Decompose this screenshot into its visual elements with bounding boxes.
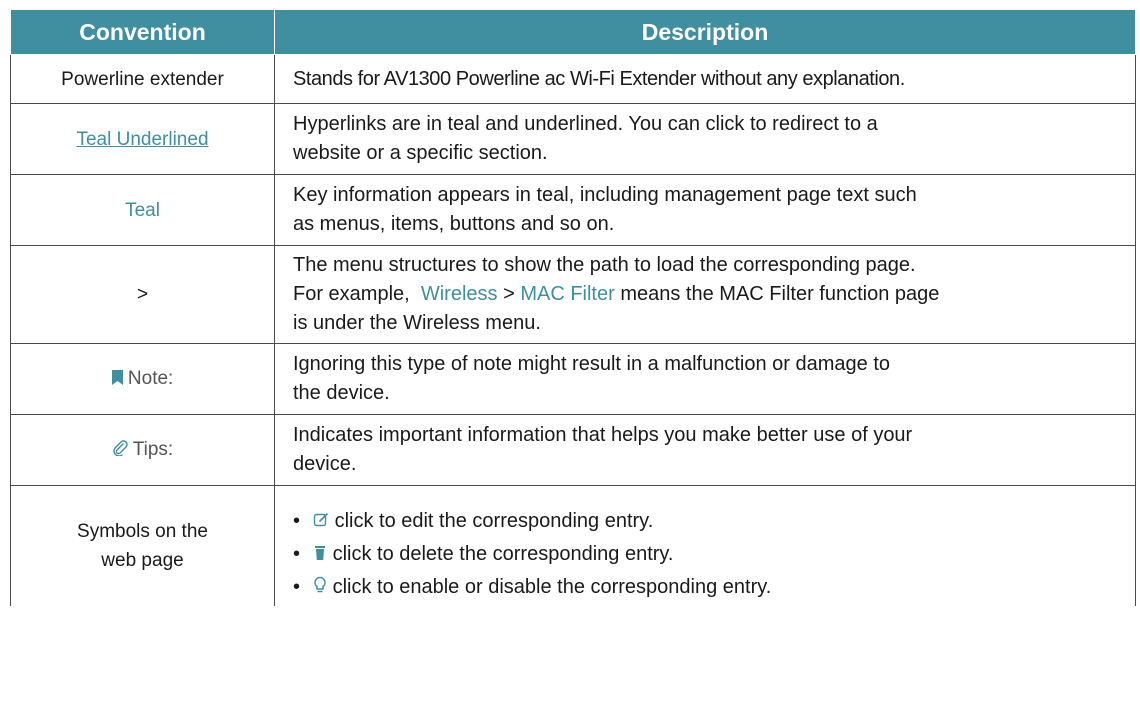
teal-underlined-link[interactable]: Teal Underlined: [76, 129, 208, 150]
convention-line: web page: [101, 549, 184, 571]
header-description: Description: [274, 10, 1136, 55]
convention-line: Symbols on the: [77, 520, 208, 542]
description-line: the device.: [293, 382, 390, 404]
trash-icon: [313, 539, 327, 571]
convention-teal: Teal: [10, 174, 275, 246]
bullet: •: [293, 510, 301, 533]
table-row: > The menu structures to show the path t…: [10, 245, 1136, 344]
list-item: • click to delete the corresponding entr…: [293, 538, 1129, 571]
list-item: • click to edit the corresponding entry.: [293, 505, 1129, 538]
example-prefix: For example,: [293, 283, 410, 305]
table-row: Teal Underlined Hyperlinks are in teal a…: [10, 103, 1136, 175]
description-symbols: • click to edit the corresponding entry.…: [274, 485, 1136, 606]
table-row: Teal Key information appears in teal, in…: [10, 174, 1136, 246]
symbol-enable-text: click to enable or disable the correspon…: [332, 575, 772, 598]
description-line: Ignoring this type of note might result …: [293, 353, 891, 375]
paperclip-icon: [112, 436, 128, 465]
description-tips: Indicates important information that hel…: [274, 414, 1136, 486]
description-line: Indicates important information that hel…: [293, 424, 913, 446]
table-row: Symbols on the web page • click to edit …: [10, 485, 1136, 606]
convention-tips: Tips:: [10, 414, 275, 486]
table-row: Note: Ignoring this type of note might r…: [10, 343, 1136, 415]
description-line: device.: [293, 453, 357, 475]
description-menu-path: The menu structures to show the path to …: [274, 245, 1136, 344]
description-line: For example, Wireless > MAC Filter means…: [293, 280, 1129, 309]
table-row: Powerline extender Stands for AV1300 Pow…: [10, 54, 1136, 104]
description-line: is under the Wireless menu.: [293, 312, 541, 334]
description-text: Stands for AV1300 Powerline ac Wi-Fi Ext…: [293, 67, 905, 90]
convention-symbols: Symbols on the web page: [10, 485, 275, 606]
bullet: •: [293, 543, 301, 566]
edit-icon: [313, 506, 329, 538]
bullet: •: [293, 575, 301, 598]
description-line: as menus, items, buttons and so on.: [293, 213, 615, 235]
teal-label: Teal: [125, 199, 160, 221]
example-suffix: means the MAC Filter function page: [620, 283, 940, 305]
convention-menu-path: >: [10, 245, 275, 344]
example-menu-wireless: Wireless: [420, 283, 498, 305]
tips-label: Tips:: [132, 439, 174, 461]
description-line: Hyperlinks are in teal and underlined. Y…: [293, 113, 878, 135]
list-item: • click to enable or disable the corresp…: [293, 571, 1129, 604]
description-teal-underlined: Hyperlinks are in teal and underlined. Y…: [274, 103, 1136, 175]
bookmark-icon: [111, 365, 123, 394]
header-convention: Convention: [10, 10, 275, 55]
description-powerline: Stands for AV1300 Powerline ac Wi-Fi Ext…: [274, 54, 1136, 104]
convention-note: Note:: [10, 343, 275, 415]
conventions-table: Convention Description Powerline extende…: [10, 10, 1136, 606]
symbol-edit-text: click to edit the corresponding entry.: [334, 510, 654, 533]
description-note: Ignoring this type of note might result …: [274, 343, 1136, 415]
convention-teal-underlined: Teal Underlined: [10, 103, 275, 175]
note-label: Note:: [127, 368, 174, 390]
table-row: Tips: Indicates important information th…: [10, 414, 1136, 486]
description-line: Key information appears in teal, includi…: [293, 184, 917, 206]
description-line: website or a specific section.: [293, 142, 548, 164]
symbol-delete-text: click to delete the corresponding entry.: [332, 543, 674, 566]
lightbulb-icon: [313, 572, 327, 604]
description-line: The menu structures to show the path to …: [293, 254, 916, 276]
example-separator: >: [503, 283, 515, 305]
header-row: Convention Description: [10, 10, 1136, 55]
example-menu-mac-filter: MAC Filter: [520, 283, 615, 305]
convention-powerline: Powerline extender: [10, 54, 275, 104]
description-teal: Key information appears in teal, includi…: [274, 174, 1136, 246]
symbols-list: • click to edit the corresponding entry.…: [293, 505, 1129, 603]
